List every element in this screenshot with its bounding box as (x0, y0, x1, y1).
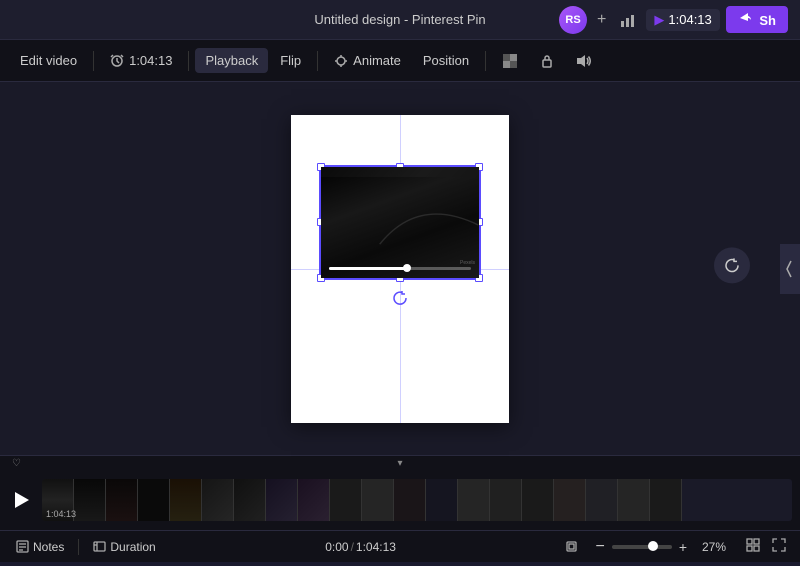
duration-label: Duration (110, 540, 155, 554)
zoom-controls: − + 27% (592, 538, 726, 556)
flip-button[interactable]: Flip (270, 48, 311, 73)
canvas-page: Pexels (291, 115, 509, 423)
add-button[interactable]: + (593, 7, 610, 33)
animate-label: Animate (353, 53, 401, 68)
avatar[interactable]: RS (559, 6, 587, 34)
timeline-thumb-19 (618, 479, 650, 521)
toolbar-separator-1 (93, 51, 94, 71)
timeline-thumb-8 (266, 479, 298, 521)
heart-icon: ♡ (12, 458, 21, 469)
timeline-thumb-12 (394, 479, 426, 521)
timeline-thumb-11 (362, 479, 394, 521)
timeline-thumb-16 (522, 479, 554, 521)
timeline-thumb-10 (330, 479, 362, 521)
fit-button[interactable] (559, 537, 584, 556)
top-bar: Untitled design - Pinterest Pin RS + ▶ 1… (0, 0, 800, 40)
timestamp-button[interactable]: 1:04:13 (100, 48, 182, 73)
timeline-track[interactable]: 1:04:13 (42, 479, 792, 521)
timeline-thumb-2 (74, 479, 106, 521)
timeline-thumb-9 (298, 479, 330, 521)
timeline-thumb-3 (106, 479, 138, 521)
playback-label: Playback (205, 53, 258, 68)
timeline-thumb-13 (426, 479, 458, 521)
volume-button[interactable] (566, 49, 602, 73)
timeline-thumb-7 (234, 479, 266, 521)
toolbar-separator-2 (188, 51, 189, 71)
video-element[interactable]: Pexels (319, 165, 481, 280)
analytics-icon[interactable] (616, 8, 640, 32)
time-display-group: 0:00 / 1:04:13 (170, 540, 552, 554)
video-progress-bar[interactable] (329, 267, 471, 270)
top-bar-center: Untitled design - Pinterest Pin (314, 12, 485, 27)
timeline-top-bar: ♡ ▾ (0, 456, 800, 470)
expand-view-button[interactable] (768, 536, 790, 557)
toolbar-separator-3 (317, 51, 318, 71)
video-progress-fill (329, 267, 407, 270)
timeline-thumb-17 (554, 479, 586, 521)
timestamp-label: 1:04:13 (129, 53, 172, 68)
time-separator: / (351, 540, 354, 554)
grid-view-button[interactable] (742, 536, 764, 557)
timeline-thumb-14 (458, 479, 490, 521)
timeline-area: ♡ ▾ (0, 455, 800, 530)
video-inner: Pexels (321, 167, 479, 278)
view-icons (742, 536, 790, 557)
refresh-button[interactable] (714, 247, 750, 283)
playback-button[interactable]: Playback (195, 48, 268, 73)
status-separator-1 (78, 539, 79, 555)
transparency-button[interactable] (492, 48, 528, 74)
flip-label: Flip (280, 53, 301, 68)
position-label: Position (423, 53, 469, 68)
zoom-percentage: 27% (694, 540, 726, 554)
timeline-play-button[interactable] (8, 486, 36, 514)
timeline-thumb-5 (170, 479, 202, 521)
right-panel-toggle[interactable] (780, 244, 800, 294)
status-bar: Notes Duration 0:00 / 1:04:13 − + 27% (0, 530, 800, 562)
toolbar: Edit video 1:04:13 Playback Flip Animate… (0, 40, 800, 82)
total-time: 1:04:13 (356, 540, 396, 554)
timeline-time-label: 1:04:13 (46, 509, 76, 519)
share-button[interactable]: Sh (726, 6, 788, 33)
rotate-handle[interactable] (390, 288, 410, 308)
timeline-thumb-6 (202, 479, 234, 521)
edit-video-button[interactable]: Edit video (10, 48, 87, 73)
top-bar-right: RS + ▶ 1:04:13 Sh (559, 6, 788, 34)
project-title: Untitled design - Pinterest Pin (314, 12, 485, 27)
edit-video-label: Edit video (20, 53, 77, 68)
zoom-slider[interactable] (612, 545, 672, 549)
notes-button[interactable]: Notes (10, 537, 70, 557)
video-progress-thumb (403, 264, 411, 272)
watermark: Pexels (460, 260, 475, 266)
timeline-thumb-4 (138, 479, 170, 521)
duration-button[interactable]: Duration (87, 537, 161, 557)
timeline-chevron-icon[interactable]: ▾ (397, 458, 402, 469)
notes-label: Notes (33, 540, 64, 554)
animate-button[interactable]: Animate (324, 48, 411, 73)
timeline-content: 1:04:13 (0, 470, 800, 530)
timeline-thumb-18 (586, 479, 618, 521)
lock-button[interactable] (530, 49, 564, 73)
zoom-out-button[interactable]: − (592, 538, 607, 556)
current-time: 0:00 (325, 540, 348, 554)
toolbar-separator-4 (485, 51, 486, 71)
timeline-thumb-15 (490, 479, 522, 521)
position-button[interactable]: Position (413, 48, 479, 73)
zoom-in-button[interactable]: + (676, 539, 690, 555)
timeline-thumb-20 (650, 479, 682, 521)
zoom-thumb (648, 541, 658, 551)
main-area: Pexels (0, 82, 800, 455)
timer-display[interactable]: ▶ 1:04:13 (646, 9, 719, 31)
